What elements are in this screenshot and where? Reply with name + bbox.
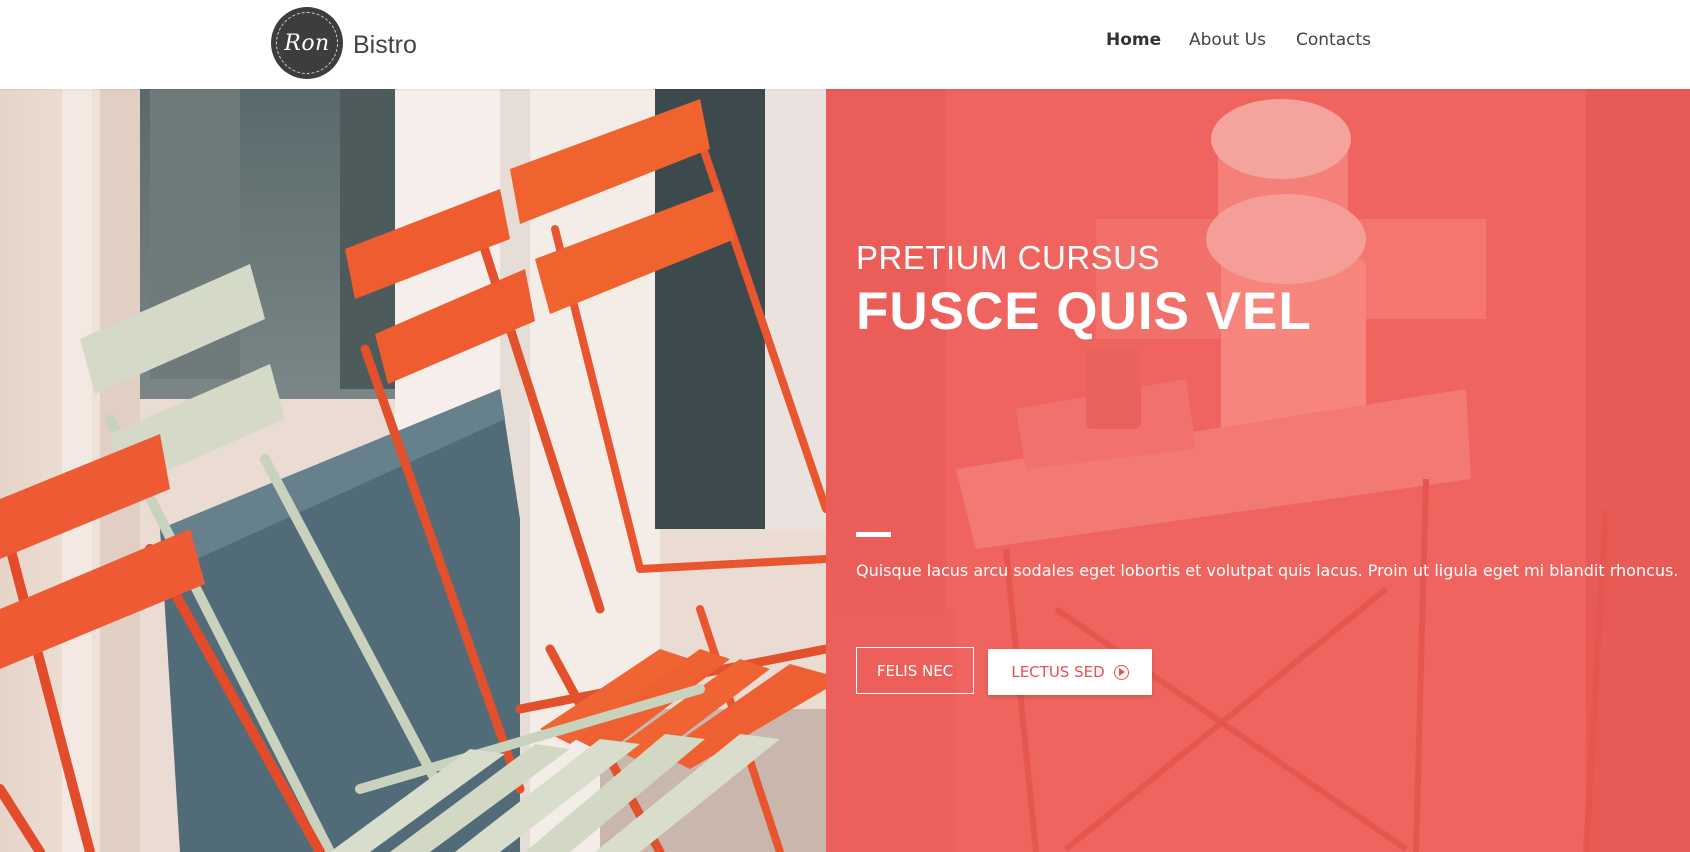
- site-header: Ron Bistro Home About Us Contacts: [0, 0, 1690, 89]
- felis-nec-button[interactable]: FELIS NEC: [856, 647, 974, 694]
- nav-item-contacts[interactable]: Contacts: [1296, 30, 1371, 50]
- hero-divider: [856, 532, 891, 537]
- cafe-table-background: [826, 89, 1690, 852]
- brand-name[interactable]: Bistro: [353, 31, 417, 60]
- logo-text: Ron: [284, 30, 330, 56]
- hero-overlay-panel: PRETIUM CURSUS FUSCE QUIS VEL Quisque la…: [826, 89, 1690, 852]
- logo-badge[interactable]: Ron: [271, 7, 343, 79]
- hero-photo-chairs: [0, 89, 826, 852]
- hero-title: FUSCE QUIS VEL: [856, 282, 1312, 341]
- chairs-illustration: [0, 89, 826, 852]
- lectus-sed-button[interactable]: LECTUS SED: [988, 649, 1152, 695]
- hero-description: Quisque lacus arcu sodales eget lobortis…: [856, 561, 1679, 580]
- play-icon: [1113, 664, 1129, 680]
- nav-item-home[interactable]: Home: [1106, 30, 1161, 50]
- hero-section: PRETIUM CURSUS FUSCE QUIS VEL Quisque la…: [0, 89, 1690, 852]
- felis-nec-label: FELIS NEC: [876, 661, 954, 680]
- hero-subtitle: PRETIUM CURSUS: [856, 239, 1161, 276]
- lectus-sed-label: LECTUS SED: [1011, 663, 1105, 681]
- nav-item-about-us[interactable]: About Us: [1189, 30, 1266, 50]
